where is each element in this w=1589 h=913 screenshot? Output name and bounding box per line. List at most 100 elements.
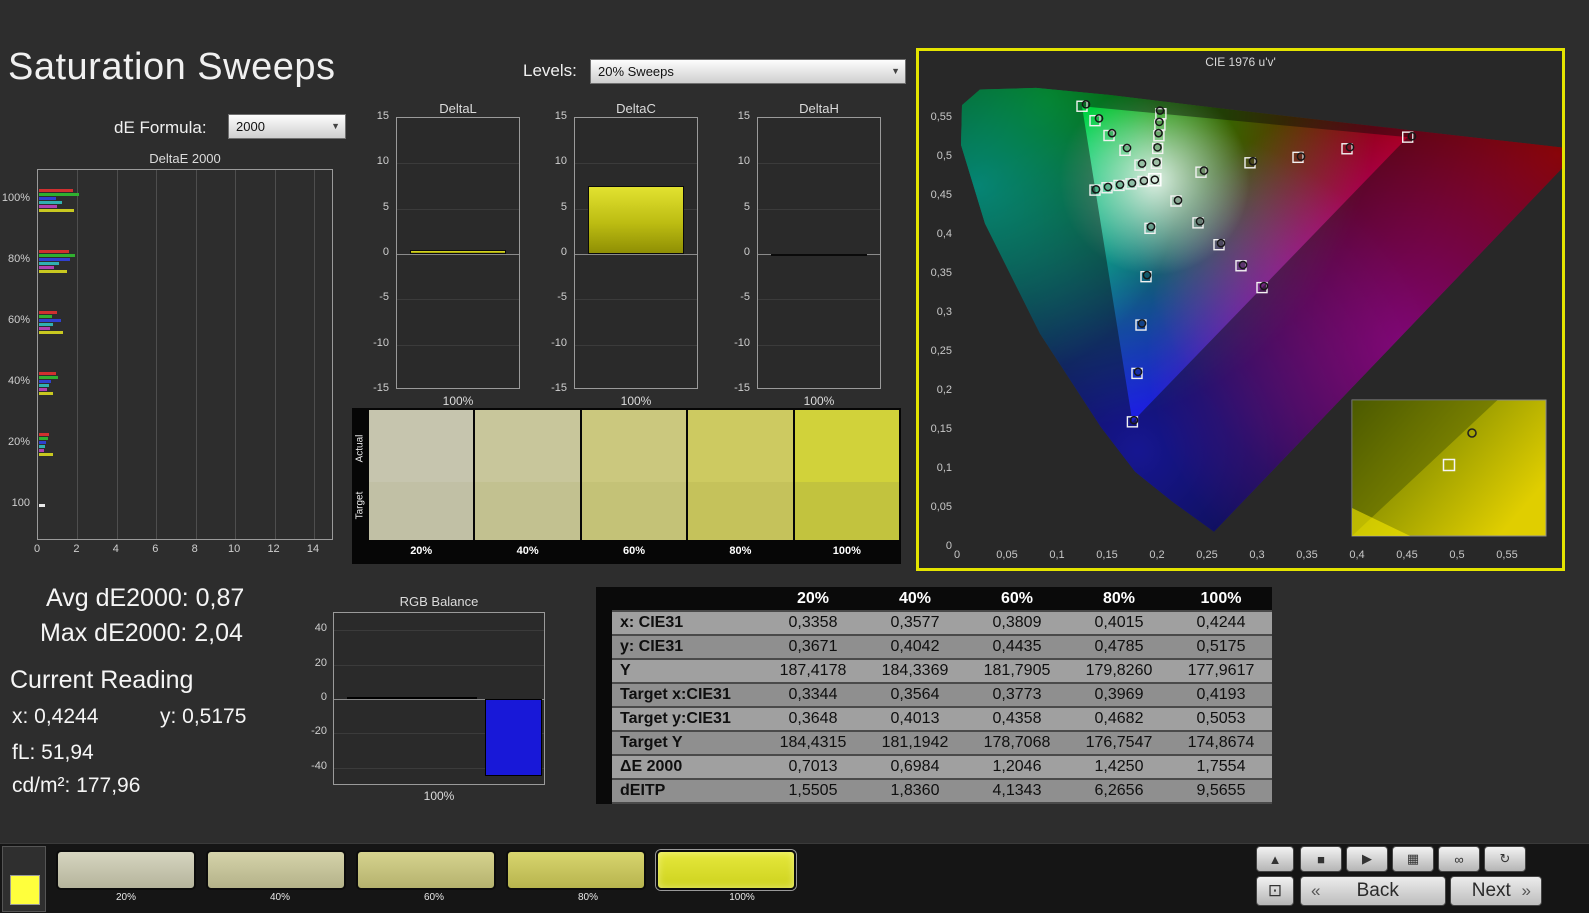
y-axis-tick-label: 0,45 xyxy=(931,189,952,201)
measured-marker-yellow xyxy=(1152,157,1161,167)
x-axis-tick-label: 0,45 xyxy=(1396,549,1417,561)
y-axis-tick-label: -15 xyxy=(373,382,389,394)
gridline xyxy=(758,299,880,301)
patch-label: 80% xyxy=(577,892,598,903)
current-y: y: 0,5175 xyxy=(160,705,247,728)
swatch-cell-100% xyxy=(794,410,900,540)
table-row: y: CIE31 0,3671 0,4042 0,4435 0,4785 0,5175 xyxy=(596,635,1272,660)
rgb-xlabel: 100% xyxy=(423,789,455,803)
active-color-swatch xyxy=(10,875,40,905)
corner-panel xyxy=(2,846,46,912)
x-axis-tick-label: 0,5 xyxy=(1449,549,1464,561)
target-swatch xyxy=(794,481,900,540)
deltae-plot xyxy=(37,169,333,540)
category-label: 60% xyxy=(7,314,30,326)
next-button[interactable]: Next » xyxy=(1450,876,1542,906)
continuous-button[interactable]: ∞ xyxy=(1438,846,1480,872)
display-button[interactable]: ⊡ xyxy=(1256,876,1294,906)
table-cell: 178,7068 xyxy=(966,731,1068,756)
table-cell: 0,4013 xyxy=(864,707,966,732)
gridline xyxy=(156,170,158,539)
y-axis-tick-label: -10 xyxy=(551,336,567,349)
table-cell: 4,1343 xyxy=(966,779,1068,804)
bottom-bar: 20% 40% 60% 80% 100% ▲ ⊡ ■ ▶ ▦ ∞ ↻ « Back Next » xyxy=(0,843,1589,913)
table-header-row: 20% 40% 60% 80% 100% xyxy=(596,587,1272,612)
swatch-cell-60% xyxy=(581,410,687,540)
deltac-title: DeltaC xyxy=(616,101,656,116)
table-row-label: dEITP xyxy=(612,779,762,804)
y-axis-tick-label: -10 xyxy=(734,336,750,349)
x-axis-tick-label: 0,55 xyxy=(1496,549,1517,561)
patch-button-60%[interactable] xyxy=(356,850,496,890)
measured-marker-blue xyxy=(1137,319,1147,328)
measured-marker-red xyxy=(1345,142,1355,152)
measured-marker-cyan xyxy=(1127,178,1137,188)
measured-marker-red xyxy=(1199,166,1209,175)
results-table: 20% 40% 60% 80% 100% x: CIE31 0,3358 0,3577 0,38… xyxy=(596,587,1272,804)
x-axis-tick-label: 0,2 xyxy=(1149,549,1164,561)
swatch-labels: 20% 40% 60% 80% 100% xyxy=(369,542,899,562)
avg-de2000: Avg dE2000: 0,87 xyxy=(46,584,245,612)
loop-button[interactable]: ↻ xyxy=(1484,846,1526,872)
de-bar xyxy=(39,392,53,395)
deltal-chart: DeltaL 15 10 5 0 -5 -10 -15 100% xyxy=(362,101,522,408)
table-row: ΔE 2000 0,7013 0,6984 1,2046 1,4250 1,7554 xyxy=(596,755,1272,780)
table-cell: 0,4682 xyxy=(1068,707,1170,732)
x-axis-tick-label: 0,15 xyxy=(1096,549,1117,561)
y-axis-tick-label: 0,5 xyxy=(937,150,952,162)
swatch-cell-80% xyxy=(688,410,793,540)
gridline xyxy=(575,299,697,301)
y-axis-tick-label: 0,15 xyxy=(931,423,952,435)
x-axis-tick-label: 0 xyxy=(954,549,960,561)
y-axis-tick-label: 15 xyxy=(737,110,750,122)
patch-button-40%[interactable] xyxy=(206,850,346,890)
actual-swatch xyxy=(794,410,900,482)
play-button[interactable]: ▶ xyxy=(1346,846,1388,872)
deltah-ylabels: 15 10 5 0 -5 -10 -15 xyxy=(723,110,752,394)
levels-select[interactable]: 20% Sweeps ▼ xyxy=(590,59,906,84)
eject-button[interactable]: ▲ xyxy=(1256,846,1294,872)
measured-marker-blue xyxy=(1129,415,1139,425)
x-axis-tick-label: 2 xyxy=(73,543,80,555)
table-row: dEITP 1,5505 1,8360 4,1343 6,2656 9,5655 xyxy=(596,779,1272,804)
y-axis-tick-label: 40 xyxy=(314,622,327,635)
de-bar xyxy=(39,250,69,253)
patch-label: 20% xyxy=(115,892,136,903)
rgb-plot xyxy=(333,612,545,785)
deltah-title: DeltaH xyxy=(799,101,839,116)
table-cell: 0,3969 xyxy=(1068,683,1170,708)
save-button[interactable]: ▦ xyxy=(1392,846,1434,872)
table-cell: 1,4250 xyxy=(1068,755,1170,780)
gridline xyxy=(274,170,276,539)
table-column-header: 60% xyxy=(966,587,1068,612)
back-chevron-icon: « xyxy=(1311,881,1321,900)
measured-marker-blue xyxy=(1142,270,1152,280)
actual-swatch xyxy=(369,410,474,482)
measured-marker-red xyxy=(1407,131,1417,141)
patch-button-80%[interactable] xyxy=(506,850,646,890)
patch-button-20%[interactable] xyxy=(56,850,196,890)
patch-labels: 20% 40% 60% 80% 100% xyxy=(54,892,814,903)
gridline xyxy=(77,170,79,539)
measured-marker-yellow xyxy=(1155,106,1165,115)
patch-button-100%[interactable] xyxy=(656,850,796,890)
y-axis-tick-label: -20 xyxy=(311,725,327,738)
levels-label: Levels: xyxy=(523,61,577,80)
y-axis-tick-label: 0 xyxy=(946,540,952,552)
table-column-header: 100% xyxy=(1170,587,1272,612)
x-axis-tick-label: 0,4 xyxy=(1349,549,1364,561)
back-button[interactable]: « Back xyxy=(1300,876,1446,906)
de-bar xyxy=(39,201,62,204)
de-formula-select[interactable]: 2000 ▼ xyxy=(228,114,346,139)
chevron-down-icon: ▼ xyxy=(331,121,340,131)
measured-marker-green xyxy=(1081,99,1091,109)
table-cell: 0,3358 xyxy=(762,611,864,636)
stop-button[interactable]: ■ xyxy=(1300,846,1342,872)
deltah-chart: DeltaH 15 10 5 0 -5 -10 -15 100% xyxy=(723,101,883,408)
patch-row xyxy=(56,850,796,890)
table-row-accent xyxy=(596,707,612,732)
table-cell: 0,3809 xyxy=(966,611,1068,636)
x-axis-tick-label: 10 xyxy=(228,543,241,555)
table-cell: 184,4315 xyxy=(762,731,864,756)
y-axis-tick-label: 0 xyxy=(320,691,327,703)
